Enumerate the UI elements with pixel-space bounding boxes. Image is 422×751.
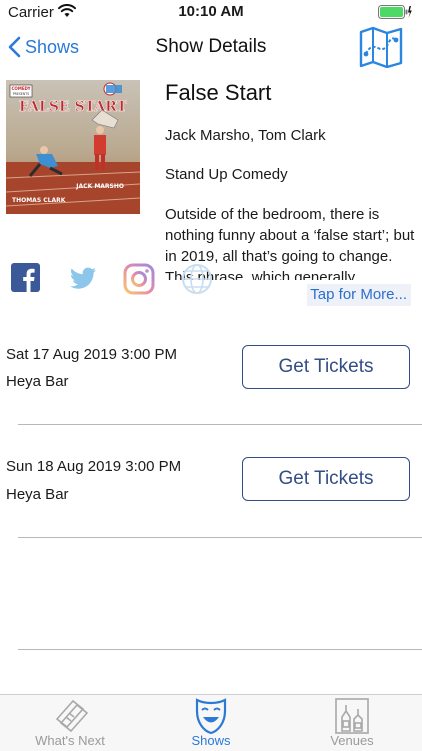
performance-venue: Heya Bar [6, 373, 69, 390]
performance-date: Sun 18 Aug 2019 3:00 PM [6, 458, 182, 475]
theatre-mask-icon [195, 698, 227, 735]
poster-title-text: FALSE START [19, 99, 127, 115]
performance-venue: Heya Bar [6, 486, 69, 503]
poster-presents-text: PRESENTS [13, 92, 30, 96]
bottles-icon [335, 698, 369, 734]
tab-label: Venues [330, 733, 374, 748]
show-poster: COMEDY PRESENTS FALSE START JACK MARSHO … [6, 80, 140, 214]
get-tickets-button[interactable]: Get Tickets [242, 345, 410, 389]
clock: 10:10 AM [178, 3, 244, 20]
poster-header-text: COMEDY [12, 86, 31, 91]
twitter-icon[interactable] [66, 262, 100, 296]
chevron-left-icon [8, 36, 21, 58]
tab-whats-next[interactable]: What's Next [0, 695, 140, 751]
poster-name-2: THOMAS CLARK [12, 197, 66, 204]
back-button[interactable]: Shows [8, 36, 79, 58]
row-divider [18, 424, 422, 425]
navigation-bar: Shows Show Details [0, 24, 422, 72]
get-tickets-button[interactable]: Get Tickets [242, 457, 410, 501]
tab-label: Shows [191, 733, 231, 748]
show-performers: Jack Marsho, Tom Clark [165, 127, 326, 144]
instagram-icon[interactable] [122, 262, 156, 296]
tickets-icon [55, 699, 89, 733]
website-globe-icon[interactable] [180, 262, 214, 296]
map-icon[interactable] [358, 26, 404, 68]
tab-bar: What's Next Shows Venues [0, 694, 422, 751]
poster-name-1: JACK MARSHO [75, 183, 124, 190]
battery-icon [378, 5, 412, 19]
tab-shows[interactable]: Shows [141, 695, 281, 751]
back-button-label: Shows [25, 36, 80, 57]
tap-for-more-button[interactable]: Tap for More... [307, 284, 411, 306]
status-bar: Carrier 10:10 AM [0, 0, 422, 24]
show-title: False Start [165, 80, 272, 105]
facebook-icon[interactable] [10, 262, 44, 296]
performance-date: Sat 17 Aug 2019 3:00 PM [6, 346, 177, 363]
row-divider [18, 537, 422, 538]
tab-venues[interactable]: Venues [282, 695, 422, 751]
tab-label: What's Next [35, 733, 105, 748]
row-divider [18, 649, 422, 650]
show-genre: Stand Up Comedy [165, 166, 288, 183]
